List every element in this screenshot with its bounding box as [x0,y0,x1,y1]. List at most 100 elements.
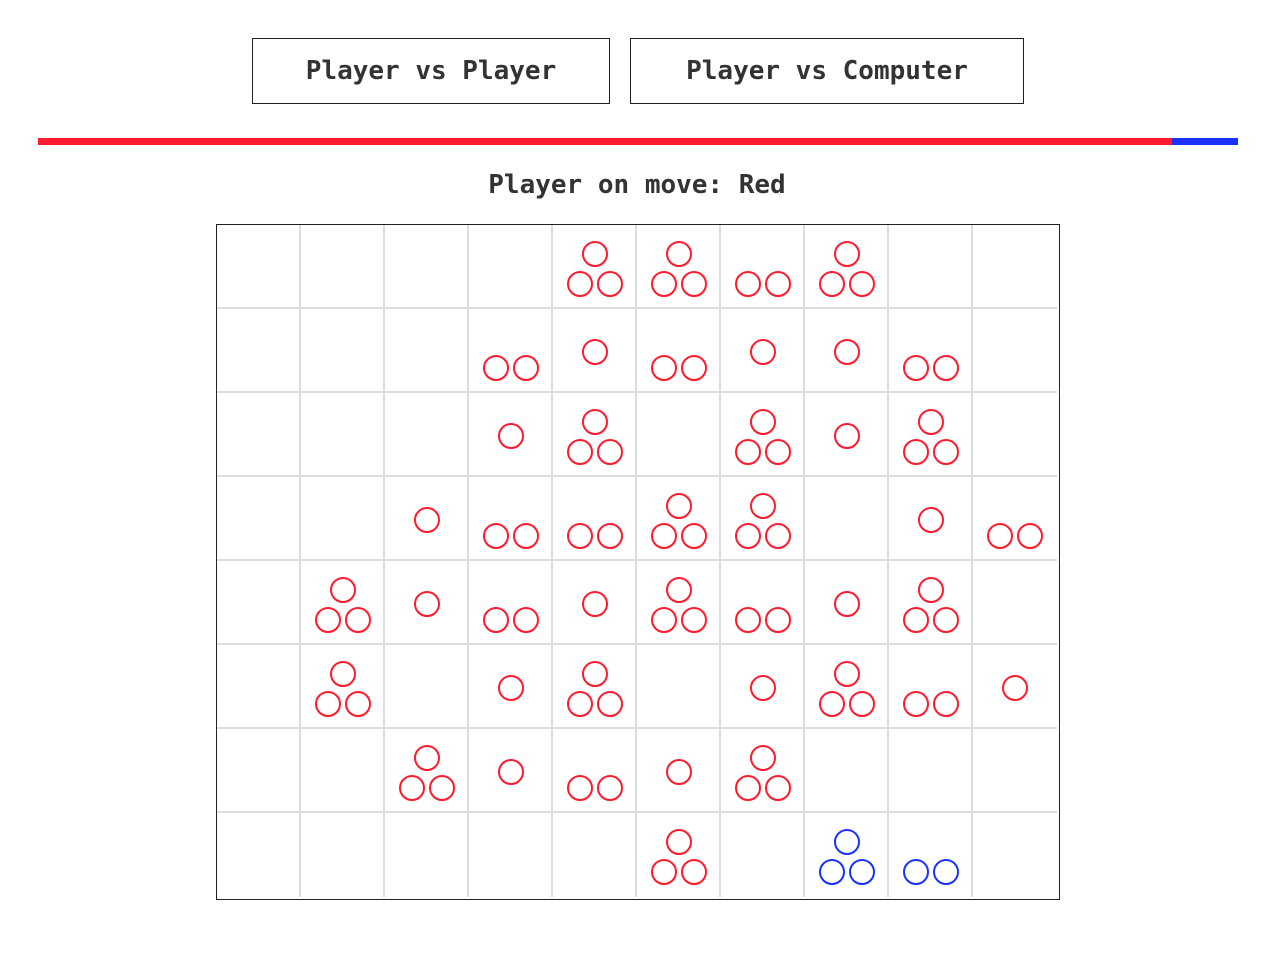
board-cell[interactable] [889,561,973,645]
board-cell[interactable] [385,645,469,729]
board-cell[interactable] [301,477,385,561]
board-cell[interactable] [973,393,1057,477]
board-cell[interactable] [889,225,973,309]
red-orb-icon [414,591,440,617]
board-cell[interactable] [721,477,805,561]
board-cell[interactable] [637,309,721,393]
board-cell[interactable] [805,477,889,561]
board-cell[interactable] [805,813,889,897]
board-cell[interactable] [637,477,721,561]
board-cell[interactable] [553,729,637,813]
board-cell[interactable] [973,729,1057,813]
board-cell[interactable] [217,393,301,477]
board-cell[interactable] [469,393,553,477]
player-vs-player-button[interactable]: Player vs Player [252,38,610,104]
board-cell[interactable] [385,393,469,477]
board-cell[interactable] [217,477,301,561]
board-cell[interactable] [553,225,637,309]
score-bar-blue [1172,138,1238,145]
board-cell[interactable] [301,225,385,309]
red-orb-icon [750,493,776,519]
board-cell[interactable] [217,225,301,309]
board-cell[interactable] [301,813,385,897]
board-cell[interactable] [721,561,805,645]
board-cell[interactable] [973,813,1057,897]
red-orb-icon [651,523,677,549]
red-orbs [903,691,959,717]
board-cell[interactable] [553,309,637,393]
board-cell[interactable] [973,645,1057,729]
board-cell[interactable] [637,729,721,813]
board-cell[interactable] [721,393,805,477]
board-cell[interactable] [217,729,301,813]
board-cell[interactable] [805,645,889,729]
board-cell[interactable] [469,477,553,561]
board-cell[interactable] [301,393,385,477]
red-orb-icon [483,355,509,381]
red-orb-icon [567,439,593,465]
board-cell[interactable] [805,561,889,645]
board-cell[interactable] [553,645,637,729]
board-cell[interactable] [637,225,721,309]
red-orb-icon [933,607,959,633]
board-cell[interactable] [721,729,805,813]
board-cell[interactable] [301,645,385,729]
board-cell[interactable] [385,729,469,813]
board-cell[interactable] [217,561,301,645]
board-cell[interactable] [301,729,385,813]
board-cell[interactable] [385,813,469,897]
red-orbs [903,577,959,633]
board-cell[interactable] [385,561,469,645]
red-orbs [315,661,371,717]
board-cell[interactable] [469,645,553,729]
board-cell[interactable] [805,309,889,393]
board-cell[interactable] [805,225,889,309]
board-cell[interactable] [721,645,805,729]
red-orbs [498,675,524,701]
board-cell[interactable] [385,225,469,309]
board-cell[interactable] [637,645,721,729]
red-orb-icon [765,439,791,465]
board-cell[interactable] [301,561,385,645]
board-cell[interactable] [805,393,889,477]
board-cell[interactable] [721,309,805,393]
board-cell[interactable] [385,477,469,561]
board-cell[interactable] [637,813,721,897]
red-orbs [666,759,692,785]
board-cell[interactable] [973,477,1057,561]
board-cell[interactable] [889,645,973,729]
board-cell[interactable] [553,477,637,561]
red-orb-icon [903,439,929,465]
board-cell[interactable] [553,561,637,645]
board-cell[interactable] [889,729,973,813]
red-orb-icon [735,607,761,633]
board-cell[interactable] [385,309,469,393]
board-cell[interactable] [889,393,973,477]
board-cell[interactable] [469,561,553,645]
board-cell[interactable] [721,813,805,897]
board-cell[interactable] [889,813,973,897]
board-cell[interactable] [805,729,889,813]
board-cell[interactable] [637,393,721,477]
board-cell[interactable] [469,309,553,393]
board-cell[interactable] [553,393,637,477]
board-cell[interactable] [553,813,637,897]
red-orbs [483,523,539,549]
board-cell[interactable] [973,561,1057,645]
board-cell[interactable] [637,561,721,645]
board-cell[interactable] [301,309,385,393]
board-cell[interactable] [973,225,1057,309]
board-cell[interactable] [217,813,301,897]
board-cell[interactable] [469,729,553,813]
board-cell[interactable] [217,645,301,729]
board-cell[interactable] [889,477,973,561]
board-cell[interactable] [469,225,553,309]
board-cell[interactable] [217,309,301,393]
board-cell[interactable] [721,225,805,309]
red-orb-icon [849,691,875,717]
red-orbs [750,675,776,701]
board-cell[interactable] [973,309,1057,393]
board-cell[interactable] [469,813,553,897]
player-vs-computer-button[interactable]: Player vs Computer [630,38,1024,104]
board-cell[interactable] [889,309,973,393]
